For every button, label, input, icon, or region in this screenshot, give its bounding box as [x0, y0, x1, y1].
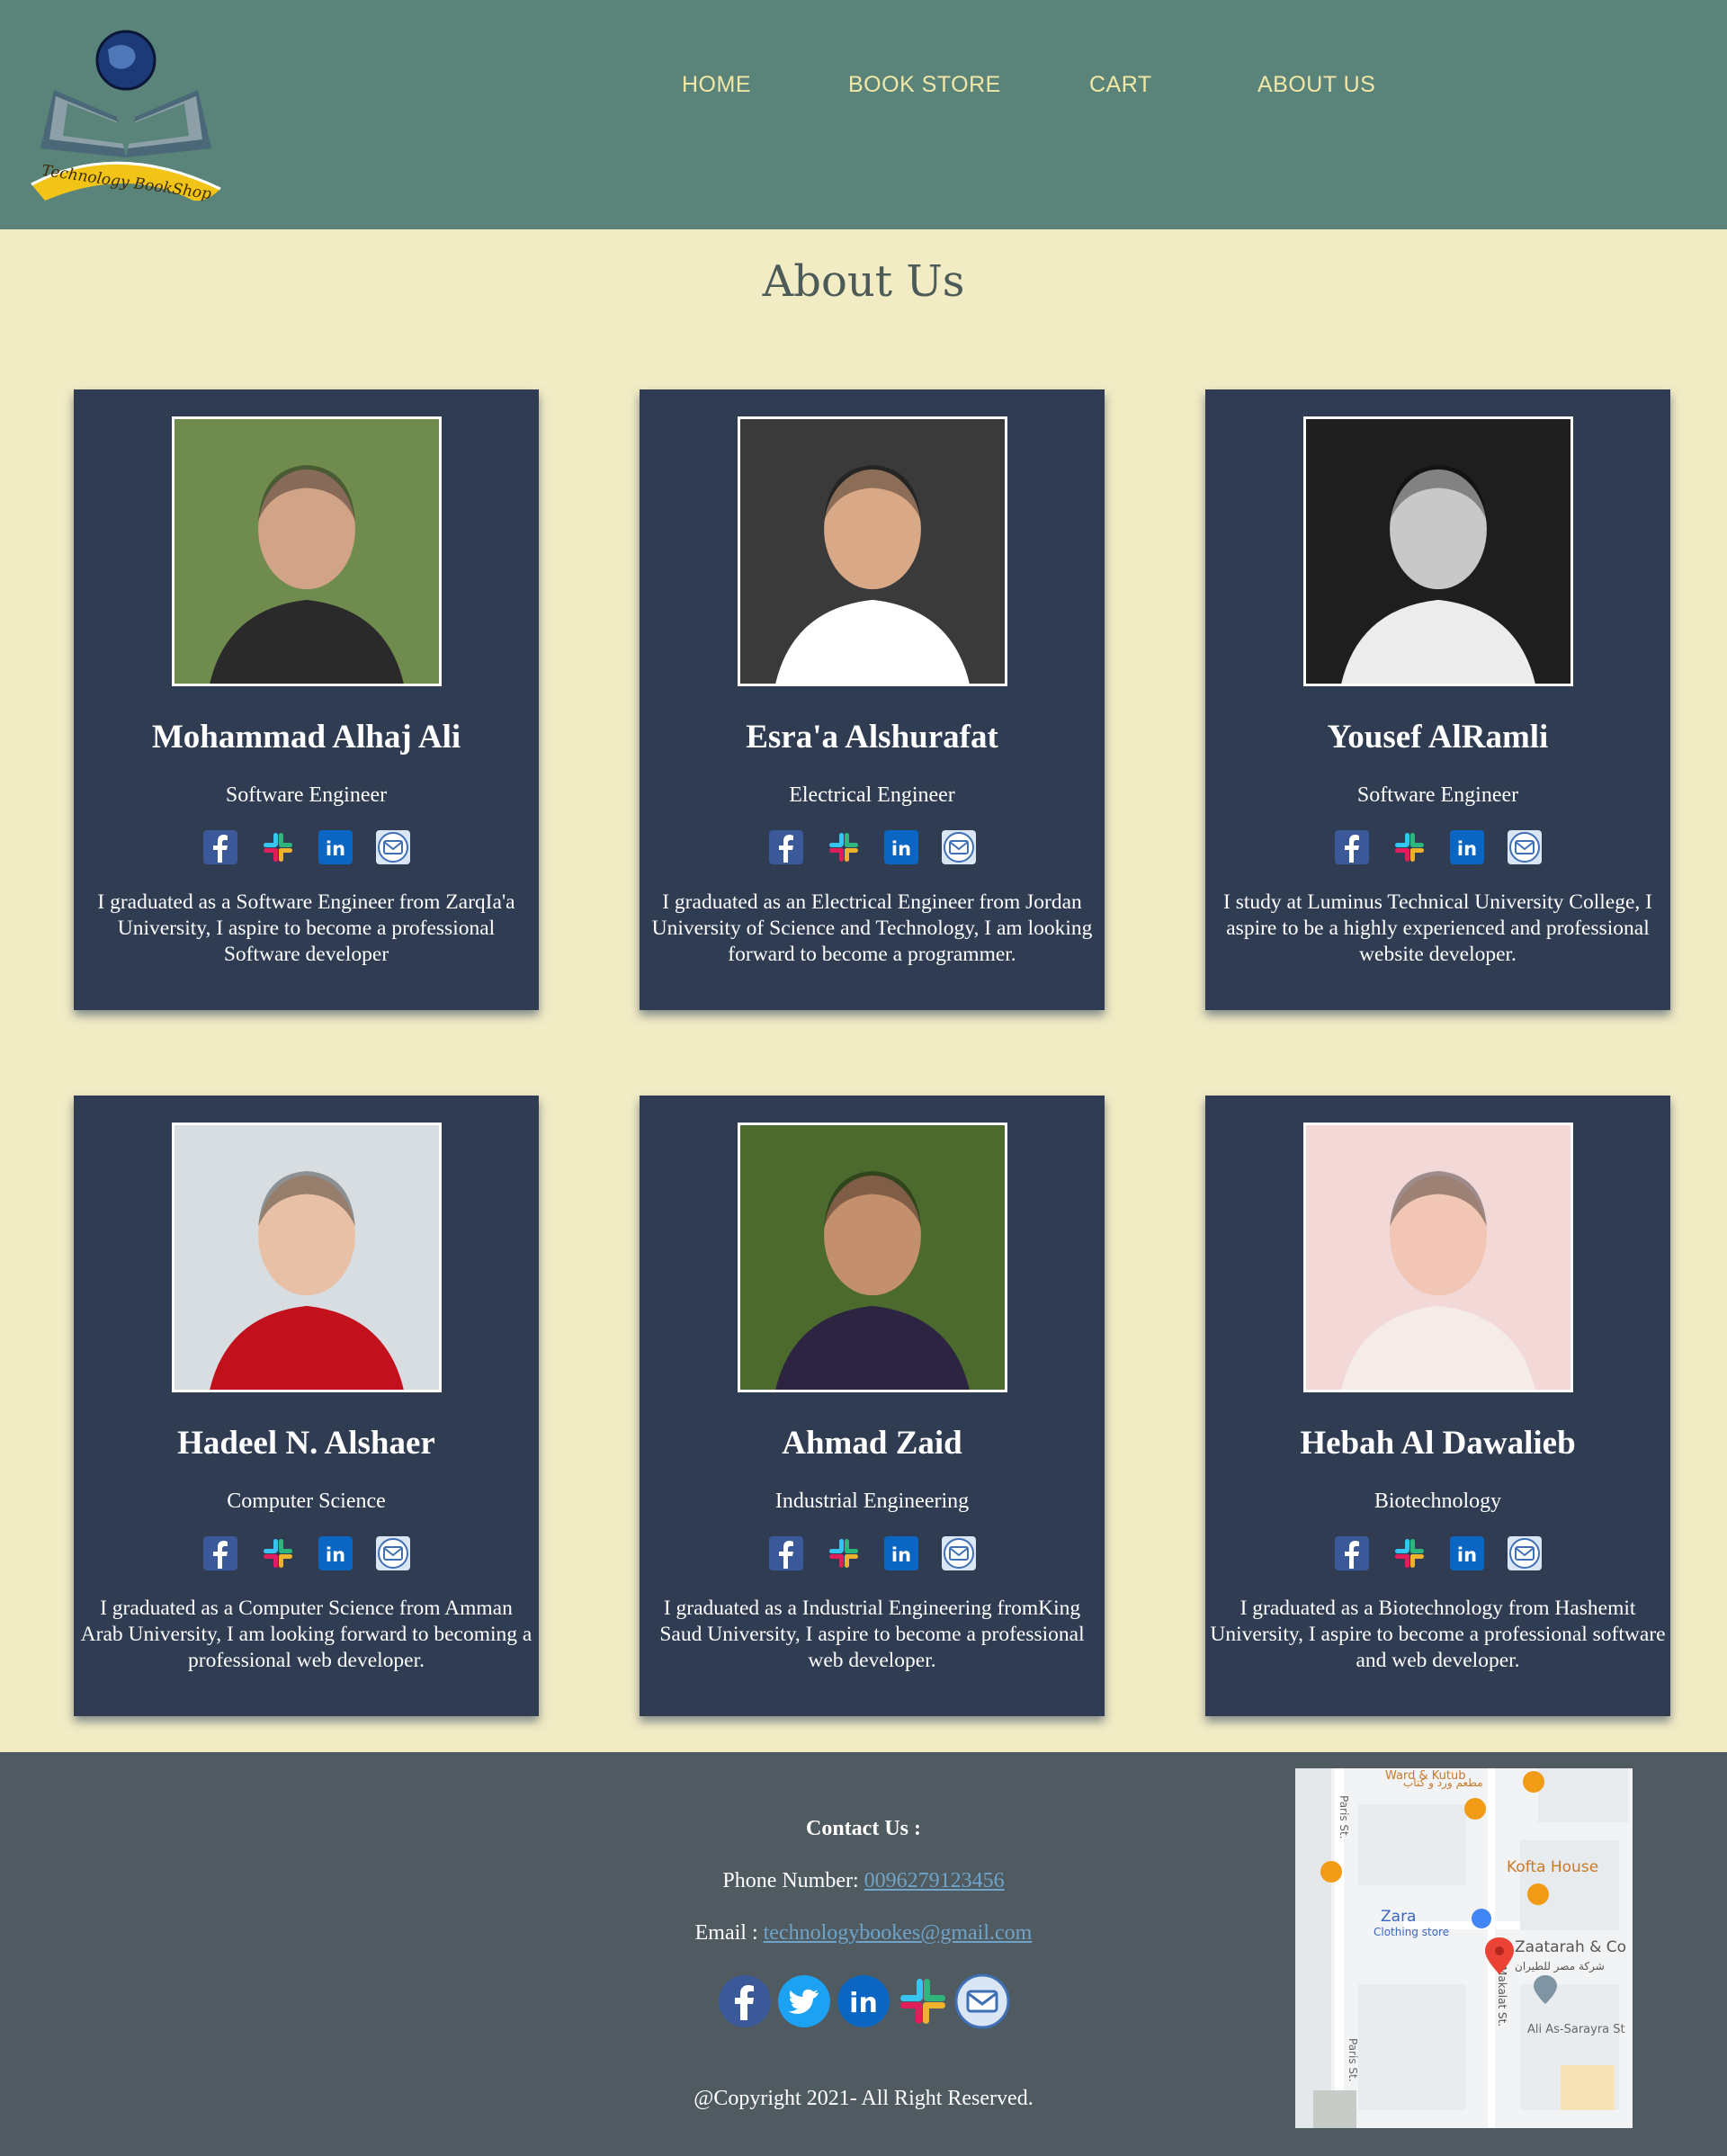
email-icon[interactable]: [375, 1536, 410, 1570]
email-label: Email :: [694, 1921, 758, 1945]
map-label-paris-1: Paris St.: [1338, 1795, 1350, 1839]
linkedin-icon[interactable]: in: [883, 1536, 918, 1570]
team-member-photo: [738, 416, 1007, 686]
svg-text:in: in: [1456, 1544, 1476, 1566]
email-icon[interactable]: [941, 830, 976, 864]
facebook-icon[interactable]: [202, 1536, 237, 1570]
map-layer-thumbnail[interactable]: [1313, 2090, 1356, 2128]
shop-marker-icon: [1472, 1909, 1491, 1928]
team-member-photo: [1303, 1123, 1573, 1392]
team-member-name: Ahmad Zaid: [782, 1425, 962, 1462]
team-member-description: I graduated as an Electrical Engineer fr…: [651, 890, 1093, 966]
team-card: Hebah Al Dawalieb Biotechnology in I gra…: [1205, 1096, 1670, 1716]
linkedin-icon[interactable]: in: [318, 830, 353, 864]
team-card: Yousef AlRamli Software Engineer in I st…: [1205, 389, 1670, 1010]
email-icon[interactable]: [1507, 1536, 1542, 1570]
facebook-icon[interactable]: [1334, 830, 1369, 864]
twitter-icon[interactable]: [776, 1973, 832, 2029]
svg-text:in: in: [325, 838, 345, 860]
team-member-photo: [172, 1123, 442, 1392]
nav-about-us[interactable]: ABOUT US: [1257, 72, 1375, 98]
team-member-description: I study at Luminus Technical University …: [1223, 890, 1652, 966]
linkedin-icon[interactable]: in: [1449, 1536, 1484, 1570]
team-card: Mohammad Alhaj Ali Software Engineer in …: [74, 389, 539, 1010]
slack-icon[interactable]: [827, 830, 861, 864]
map-label-makalat: Makalat St.: [1496, 1966, 1508, 2026]
team-member-description: I graduated as a Industrial Engineering …: [659, 1597, 1085, 1672]
book-globe-logo-icon: Technology BookShop: [31, 30, 221, 203]
phone-label: Phone Number:: [722, 1869, 859, 1892]
team-member-name: Mohammad Alhaj Ali: [151, 719, 461, 756]
svg-text:in: in: [1456, 838, 1476, 860]
team-card: Esra'a Alshurafat Electrical Engineer in…: [640, 389, 1105, 1010]
phone-link[interactable]: 0096279123456: [864, 1869, 1005, 1892]
page-title: About Us: [762, 256, 965, 307]
svg-text:in: in: [325, 1544, 345, 1566]
team-member-role: Industrial Engineering: [774, 1490, 970, 1513]
email-icon[interactable]: [941, 1536, 976, 1570]
slack-icon[interactable]: [261, 1536, 295, 1570]
nav-home[interactable]: HOME: [682, 72, 751, 98]
map-label-kofta: Kofta House: [1507, 1858, 1598, 1876]
slack-icon[interactable]: [827, 1536, 861, 1570]
nav-cart[interactable]: CART: [1089, 72, 1152, 98]
facebook-icon[interactable]: [1334, 1536, 1369, 1570]
svg-text:in: in: [890, 838, 910, 860]
team-member-name: Esra'a Alshurafat: [746, 719, 998, 756]
team-member-photo: [172, 416, 442, 686]
team-member-photo: [1303, 416, 1573, 686]
slack-icon[interactable]: [1392, 1536, 1427, 1570]
team-member-role: Software Engineer: [1356, 783, 1519, 807]
map-label-zaatarah-ar: شركة مصر للطيران: [1515, 1960, 1605, 1973]
team-member-description: I graduated as a Computer Science from A…: [80, 1597, 532, 1672]
team-member-description: I graduated as a Biotechnology from Hash…: [1210, 1597, 1666, 1672]
nav-book-store[interactable]: BOOK STORE: [848, 72, 1001, 98]
team-member-social-links: in: [74, 830, 539, 866]
team-member-description: I graduated as a Software Engineer from …: [97, 890, 515, 966]
map-label-zaatarah: Zaatarah & Co: [1515, 1938, 1626, 1956]
facebook-icon[interactable]: [717, 1973, 773, 2029]
team-member-role: Biotechnology: [1374, 1490, 1502, 1513]
team-member-photo: [738, 1123, 1007, 1392]
team-member-social-links: in: [1205, 1536, 1670, 1572]
team-member-role: Computer Science: [227, 1490, 386, 1513]
team-member-name: Hadeel N. Alshaer: [177, 1425, 435, 1462]
facebook-icon[interactable]: [768, 1536, 803, 1570]
location-map[interactable]: Ward & Kutub مطعم ورد و كتاب Paris St. K…: [1295, 1768, 1633, 2128]
site-footer: Contact Us : Phone Number: 0096279123456…: [0, 1752, 1727, 2156]
facebook-icon[interactable]: [202, 830, 237, 864]
site-logo[interactable]: Technology BookShop: [27, 22, 225, 211]
team-card: Ahmad Zaid Industrial Engineering in I g…: [640, 1096, 1105, 1716]
slack-icon[interactable]: [1392, 830, 1427, 864]
linkedin-icon[interactable]: in: [836, 1973, 891, 2029]
facebook-icon[interactable]: [768, 830, 803, 864]
email-icon[interactable]: [1507, 830, 1542, 864]
map-label-ward-ar: مطعم ورد و كتاب: [1403, 1776, 1483, 1790]
slack-icon[interactable]: [895, 1973, 951, 2029]
map-label-paris-2: Paris St.: [1347, 2038, 1359, 2082]
team-member-social-links: in: [1205, 830, 1670, 866]
linkedin-icon[interactable]: in: [883, 830, 918, 864]
slack-icon[interactable]: [261, 830, 295, 864]
email-link[interactable]: technologybookes@gmail.com: [764, 1921, 1033, 1945]
map-label-sarayra: Ali As-Sarayra St: [1527, 2023, 1625, 2036]
team-card: Hadeel N. Alshaer Computer Science in I …: [74, 1096, 539, 1716]
main-nav: HOME BOOK STORE CART ABOUT US: [0, 72, 1727, 108]
team-member-role: Electrical Engineer: [789, 783, 955, 807]
team-member-social-links: in: [74, 1536, 539, 1572]
team-member-name: Yousef AlRamli: [1327, 719, 1549, 756]
team-member-social-links: in: [640, 1536, 1105, 1572]
team-member-name: Hebah Al Dawalieb: [1300, 1425, 1576, 1462]
svg-text:in: in: [849, 1988, 878, 2019]
linkedin-icon[interactable]: in: [1449, 830, 1484, 864]
email-icon[interactable]: [375, 830, 410, 864]
site-header: Technology BookShop HOME BOOK STORE CART…: [0, 0, 1727, 229]
linkedin-icon[interactable]: in: [318, 1536, 353, 1570]
email-icon[interactable]: [954, 1973, 1010, 2029]
svg-text:in: in: [890, 1544, 910, 1566]
map-label-clothing: Clothing store: [1374, 1926, 1449, 1938]
team-member-role: Software Engineer: [225, 783, 388, 807]
map-label-zara: Zara: [1381, 1908, 1416, 1926]
team-member-social-links: in: [640, 830, 1105, 866]
